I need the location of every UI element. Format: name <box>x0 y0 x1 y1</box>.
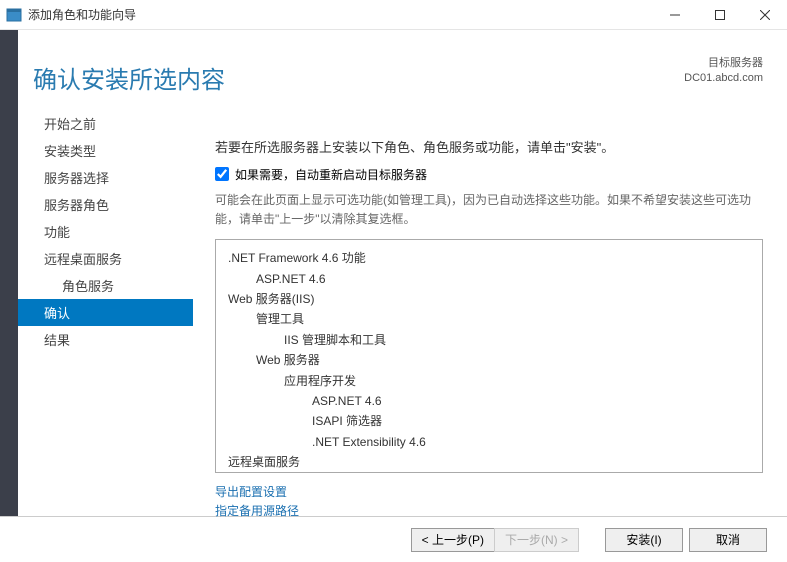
feature-item: .NET Framework 4.6 功能 <box>228 248 750 268</box>
sidebar-item-8[interactable]: 结果 <box>18 326 193 353</box>
content: 开始之前安装类型服务器选择服务器角色功能远程桌面服务角色服务确认结果 确认安装所… <box>0 30 787 516</box>
sidebar-item-3[interactable]: 服务器角色 <box>18 191 193 218</box>
next-button: 下一步(N) > <box>494 528 579 552</box>
feature-item: Web 服务器 <box>228 350 750 370</box>
export-config-link[interactable]: 导出配置设置 <box>215 483 763 502</box>
target-value: DC01.abcd.com <box>215 71 763 86</box>
wizard-sidebar: 开始之前安装类型服务器选择服务器角色功能远程桌面服务角色服务确认结果 <box>18 30 193 516</box>
app-icon <box>6 7 22 23</box>
target-label: 目标服务器 <box>215 56 763 71</box>
wizard-footer: < 上一步(P) 下一步(N) > 安装(I) 取消 <box>0 516 787 562</box>
feature-item: ASP.NET 4.6 <box>228 391 750 411</box>
sidebar-item-4[interactable]: 功能 <box>18 218 193 245</box>
previous-button[interactable]: < 上一步(P) <box>411 528 494 552</box>
feature-item: 管理工具 <box>228 309 750 329</box>
feature-item: IIS 管理脚本和工具 <box>228 330 750 350</box>
sidebar-item-6[interactable]: 角色服务 <box>18 272 193 299</box>
feature-item: 应用程序开发 <box>228 371 750 391</box>
sidebar-item-2[interactable]: 服务器选择 <box>18 164 193 191</box>
close-button[interactable] <box>742 0 787 30</box>
feature-item: 远程桌面服务 <box>228 452 750 472</box>
feature-item: ASP.NET 4.6 <box>228 269 750 289</box>
left-accent-band <box>0 30 18 516</box>
sidebar-item-7[interactable]: 确认 <box>18 299 193 326</box>
alt-source-link[interactable]: 指定备用源路径 <box>215 502 763 521</box>
feature-item: Web 服务器(IIS) <box>228 289 750 309</box>
restart-checkbox[interactable] <box>215 167 229 181</box>
restart-checkbox-label: 如果需要，自动重新启动目标服务器 <box>235 166 427 183</box>
maximize-button[interactable] <box>697 0 742 30</box>
instruction-text: 若要在所选服务器上安装以下角色、角色服务或功能，请单击"安装"。 <box>215 137 763 156</box>
window-title: 添加角色和功能向导 <box>28 6 652 23</box>
main-panel: 确认安装所选内容 目标服务器 DC01.abcd.com 若要在所选服务器上安装… <box>193 30 787 516</box>
feature-item: .NET Extensibility 4.6 <box>228 432 750 452</box>
cancel-button[interactable]: 取消 <box>689 528 767 552</box>
target-server-block: 目标服务器 DC01.abcd.com <box>215 56 763 87</box>
sidebar-item-0[interactable]: 开始之前 <box>18 110 193 137</box>
features-list[interactable]: .NET Framework 4.6 功能ASP.NET 4.6Web 服务器(… <box>215 239 763 473</box>
sidebar-item-1[interactable]: 安装类型 <box>18 137 193 164</box>
titlebar: 添加角色和功能向导 <box>0 0 787 30</box>
feature-item: ISAPI 筛选器 <box>228 411 750 431</box>
sub-instruction-text: 可能会在此页面上显示可选功能(如管理工具)，因为已自动选择这些功能。如果不希望安… <box>215 191 763 229</box>
minimize-button[interactable] <box>652 0 697 30</box>
install-button[interactable]: 安装(I) <box>605 528 683 552</box>
sidebar-item-5[interactable]: 远程桌面服务 <box>18 245 193 272</box>
restart-checkbox-row: 如果需要，自动重新启动目标服务器 <box>215 166 763 183</box>
links-block: 导出配置设置 指定备用源路径 <box>215 483 763 521</box>
page-heading: 确认安装所选内容 <box>33 60 225 95</box>
